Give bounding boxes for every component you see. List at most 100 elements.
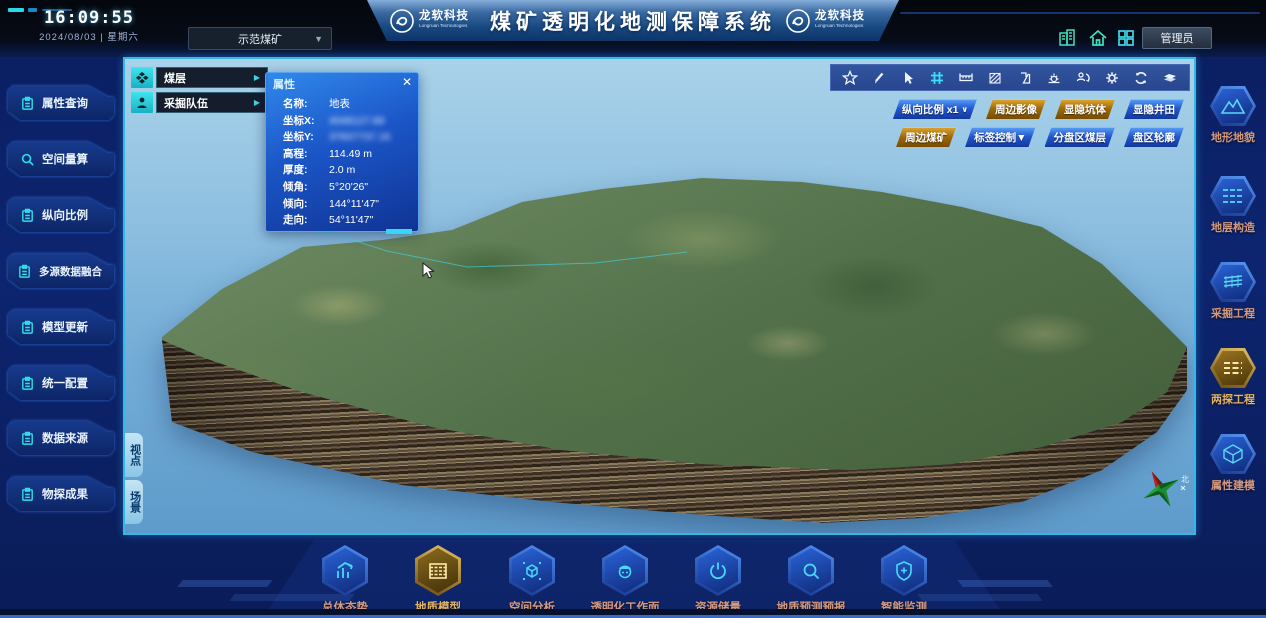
clock: 16:09:55 2024/08/03 | 星期六: [14, 8, 164, 43]
control-row-2: 周边煤矿 标签控制▼ 分盘区煤层 盘区轮廓: [896, 127, 1184, 147]
layer-button-label: 煤层: [164, 70, 254, 86]
sidebar-item-geophysical-results[interactable]: 物探成果: [8, 477, 114, 511]
label-control-button[interactable]: 标签控制▼: [965, 127, 1035, 147]
apps-grid-icon[interactable]: [1115, 27, 1137, 49]
right-nav-attribute-modeling[interactable]: 属性建模: [1203, 434, 1263, 493]
power-icon: [706, 559, 730, 583]
sidebar-item-label: 空间量算: [42, 151, 88, 167]
property-row: 厚度:2.0 m: [283, 162, 414, 179]
tab-viewpoint[interactable]: 视点: [125, 433, 143, 477]
sidebar-item-label: 属性查询: [42, 95, 88, 111]
magnifier-icon: [20, 152, 35, 167]
bottom-nav-resource-reserves[interactable]: 资源储量: [666, 545, 770, 615]
3d-viewport[interactable]: 煤层▶ 采掘队伍▶ 属性 ✕ 名称:地表 坐标X:4048127.89 坐标Y:…: [123, 57, 1196, 535]
property-row: 名称:地表: [283, 96, 414, 113]
bottom-nav-spatial-analysis[interactable]: 空间分析: [480, 545, 584, 615]
attribute-model-icon: [1221, 443, 1245, 465]
clock-date: 2024/08/03 | 星期六: [14, 29, 164, 43]
panel-handle: [386, 229, 412, 234]
bottom-nav-geological-model[interactable]: 地质模型: [386, 545, 490, 615]
clipboard-icon: [17, 264, 32, 279]
exploration-icon: [1220, 358, 1246, 378]
compass-north-label: 北: [1181, 475, 1189, 484]
property-row: 坐标Y:37607737.16: [283, 129, 414, 146]
close-icon[interactable]: ✕: [402, 75, 412, 89]
header-deco-line: [900, 12, 1260, 14]
orbit-icon[interactable]: [1074, 69, 1092, 87]
property-row: 高程:114.49 m: [283, 146, 414, 163]
panel-outline-button[interactable]: 盘区轮廓: [1124, 127, 1184, 147]
pen-icon[interactable]: [870, 69, 888, 87]
hatch-area-icon[interactable]: [986, 69, 1004, 87]
bottom-nav-geological-forecast[interactable]: 地质预测预报: [759, 545, 863, 615]
sidebar-item-label: 多源数据融合: [39, 264, 102, 279]
sidebar-item-unified-config[interactable]: 统一配置: [8, 366, 114, 400]
app-window: 16:09:55 2024/08/03 | 星期六 示范煤矿 ▼ 龙软科技 Lo…: [0, 0, 1266, 618]
page-title: 煤矿透明化地测保障系统: [490, 6, 776, 36]
layer-button-coal-seam[interactable]: 煤层▶: [131, 67, 268, 88]
property-panel-title: 属性: [273, 76, 295, 92]
surrounding-imagery-button[interactable]: 周边影像: [986, 99, 1046, 119]
sidebar-item-label: 纵向比例: [42, 207, 88, 223]
home-icon[interactable]: [1087, 27, 1109, 49]
sidebar-item-label: 数据来源: [42, 430, 88, 446]
toggle-pit-button[interactable]: 显隐坑体: [1055, 99, 1115, 119]
property-row: 倾角:5°20'26": [283, 179, 414, 196]
compass[interactable]: 北: [1137, 464, 1193, 519]
sidebar-item-data-fusion[interactable]: 多源数据融合: [8, 254, 114, 288]
layers-icon: [131, 67, 153, 88]
chevron-right-icon: ▶: [254, 98, 260, 107]
sidebar-item-model-update[interactable]: 模型更新: [8, 310, 114, 344]
right-nav-exploration[interactable]: 两探工程: [1203, 348, 1263, 407]
right-nav-mining[interactable]: 采掘工程: [1203, 262, 1263, 321]
layers-copy-icon[interactable]: [1161, 69, 1179, 87]
sidebar-item-label: 物探成果: [42, 486, 88, 502]
bottom-deco-slash: [177, 580, 272, 587]
toggle-minefield-button[interactable]: 显隐井田: [1124, 99, 1184, 119]
star-icon[interactable]: [841, 69, 859, 87]
logo-right: 龙软科技 Longruan Technologies: [785, 8, 877, 34]
mine-selector-value: 示范煤矿: [238, 31, 282, 47]
longruan-logo-icon: [785, 8, 811, 34]
section-icon[interactable]: [1016, 69, 1034, 87]
clock-time: 16:09:55: [14, 8, 164, 28]
clipboard-icon: [20, 487, 35, 502]
strata-icon: [1220, 186, 1246, 206]
viewport-toolbar: [830, 64, 1190, 91]
logo-subtext: Longruan Technologies: [419, 24, 467, 29]
spatial-cube-icon: [520, 559, 544, 583]
cursor-icon[interactable]: [899, 69, 917, 87]
control-row-1: 纵向比例 x1∨ 周边影像 显隐坑体 显隐井田: [893, 99, 1184, 119]
property-row: 坐标X:4048127.89: [283, 113, 414, 130]
sidebar-item-spatial-measure[interactable]: 空间量算: [8, 142, 114, 176]
logo-name: 龙软科技: [419, 11, 481, 23]
property-panel: 属性 ✕ 名称:地表 坐标X:4048127.89 坐标Y:37607737.1…: [265, 72, 419, 232]
sun-icon[interactable]: [1045, 69, 1063, 87]
gear-icon[interactable]: [1103, 69, 1121, 87]
sidebar-item-vertical-scale[interactable]: 纵向比例: [8, 198, 114, 232]
sidebar-item-data-source[interactable]: 数据来源: [8, 421, 114, 455]
bottom-nav-transparent-workface[interactable]: 透明化工作面: [573, 545, 677, 615]
bottom-nav-overall-situation[interactable]: 总体态势: [293, 545, 397, 615]
longruan-logo-icon: [389, 8, 415, 34]
ruler-icon[interactable]: [957, 69, 975, 87]
building-icon[interactable]: [1056, 27, 1078, 49]
admin-button[interactable]: 管理员: [1142, 27, 1212, 49]
surrounding-mines-button[interactable]: 周边煤矿: [896, 127, 956, 147]
frame-icon[interactable]: [928, 69, 946, 87]
sidebar-item-label: 统一配置: [42, 375, 88, 391]
clipboard-icon: [20, 208, 35, 223]
bottom-deco-slash: [957, 580, 1052, 587]
tab-scene[interactable]: 场景: [125, 480, 143, 524]
clipboard-icon: [20, 376, 35, 391]
panel-coal-seam-button[interactable]: 分盘区煤层: [1045, 127, 1116, 147]
layer-button-mining-team[interactable]: 采掘队伍▶: [131, 92, 268, 113]
clipboard-icon: [20, 431, 35, 446]
vertical-scale-dropdown[interactable]: 纵向比例 x1∨: [893, 99, 977, 119]
sidebar-item-attribute-query[interactable]: 属性查询: [8, 86, 114, 120]
mine-selector-dropdown[interactable]: 示范煤矿 ▼: [188, 27, 332, 50]
bottom-nav-intelligent-monitoring[interactable]: 智能监测: [852, 545, 956, 615]
refresh-icon[interactable]: [1132, 69, 1150, 87]
right-nav-strata[interactable]: 地层构造: [1203, 176, 1263, 235]
right-nav-terrain[interactable]: 地形地貌: [1203, 86, 1263, 145]
